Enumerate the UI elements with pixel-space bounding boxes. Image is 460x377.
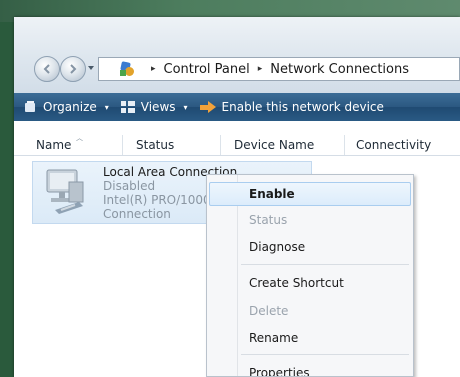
chevron-down-icon: ▾ [183,102,188,112]
views-icon [120,101,135,113]
column-header-status[interactable]: Status [136,138,174,156]
menu-item-status: Status [249,213,288,227]
network-adapter-icon [46,169,84,214]
context-menu: Enable Status Diagnose Create Shortcut D… [206,174,414,377]
recent-pages-dropdown[interactable] [88,66,94,70]
breadcrumb-network-connections[interactable]: Network Connections [270,62,409,77]
views-button[interactable]: Views ▾ [120,93,188,121]
back-arrow-icon [43,64,50,74]
column-divider[interactable] [122,135,123,155]
menu-item-rename[interactable]: Rename [209,326,411,350]
address-bar[interactable]: ▸ Control Panel ▸ Network Connections [98,57,460,81]
forward-button[interactable] [60,56,86,82]
column-header-device-name[interactable]: Device Name [234,138,314,156]
sort-indicator-icon: ︿ [76,134,83,142]
organize-button[interactable]: Organize ▾ [24,93,109,121]
menu-item-enable[interactable]: Enable [209,182,411,206]
breadcrumb-separator-icon[interactable]: ▸ [258,64,263,74]
menu-item-delete: Delete [249,304,289,318]
enable-arrow-icon [199,101,216,113]
column-headers: Name ︿ Status Device Name Connectivity [14,134,460,156]
menu-separator [241,354,409,355]
back-button[interactable] [34,56,60,82]
enable-device-label: Enable this network device [221,100,384,114]
menu-item-diagnose[interactable]: Diagnose [209,235,411,259]
forward-arrow-icon [70,64,77,74]
menu-item-create-shortcut[interactable]: Create Shortcut [209,271,411,295]
column-divider[interactable] [220,135,221,155]
menu-item-properties[interactable]: Properties [209,361,411,376]
menu-separator [241,264,409,265]
chevron-down-icon: ▾ [104,102,109,112]
organize-icon [24,100,37,114]
organize-label: Organize [43,100,97,114]
column-divider[interactable] [344,135,345,155]
views-label: Views [140,100,176,114]
column-header-name[interactable]: Name [36,138,71,156]
enable-device-button[interactable]: Enable this network device [199,93,384,121]
breadcrumb-separator-icon[interactable]: ▸ [151,64,156,74]
control-panel-icon [119,61,135,77]
breadcrumb-control-panel[interactable]: Control Panel [164,62,250,77]
command-toolbar: Organize ▾ Views ▾ Enable this network d… [14,93,460,121]
window-chrome: ▸ Control Panel ▸ Network Connections [14,17,460,93]
column-header-connectivity[interactable]: Connectivity [356,138,431,156]
